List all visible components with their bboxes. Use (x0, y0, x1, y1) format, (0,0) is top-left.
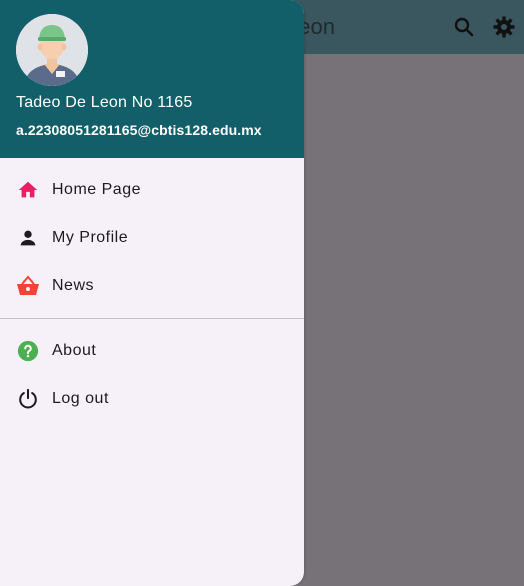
search-icon[interactable] (452, 15, 476, 39)
user-email: a.22308051281165@cbtis128.edu.mx (16, 122, 262, 138)
menu-divider (0, 318, 304, 319)
user-avatar[interactable] (16, 14, 88, 86)
drawer-menu: Home Page My Profile News (0, 158, 304, 310)
menu-item-label: News (52, 277, 95, 294)
user-name: Tadeo De Leon No 1165 (16, 94, 193, 111)
menu-item-home-page[interactable]: Home Page (0, 166, 304, 214)
power-icon (16, 387, 40, 411)
menu-item-label: Log out (52, 390, 109, 407)
person-icon (16, 226, 40, 250)
menu-item-label: Home Page (52, 181, 141, 198)
basket-icon (16, 274, 40, 298)
menu-item-my-profile[interactable]: My Profile (0, 214, 304, 262)
drawer-header: Tadeo De Leon No 1165 a.22308051281165@c… (0, 0, 304, 158)
help-icon (16, 339, 40, 363)
worker-avatar-icon (16, 14, 88, 86)
navigation-drawer: Tadeo De Leon No 1165 a.22308051281165@c… (0, 0, 304, 586)
menu-item-news[interactable]: News (0, 262, 304, 310)
menu-item-label: About (52, 342, 97, 359)
drawer-secondary-menu: About Log out (0, 327, 304, 423)
menu-item-about[interactable]: About (0, 327, 304, 375)
home-icon (16, 178, 40, 202)
gear-icon[interactable] (492, 15, 516, 39)
menu-item-log-out[interactable]: Log out (0, 375, 304, 423)
menu-item-label: My Profile (52, 229, 129, 246)
